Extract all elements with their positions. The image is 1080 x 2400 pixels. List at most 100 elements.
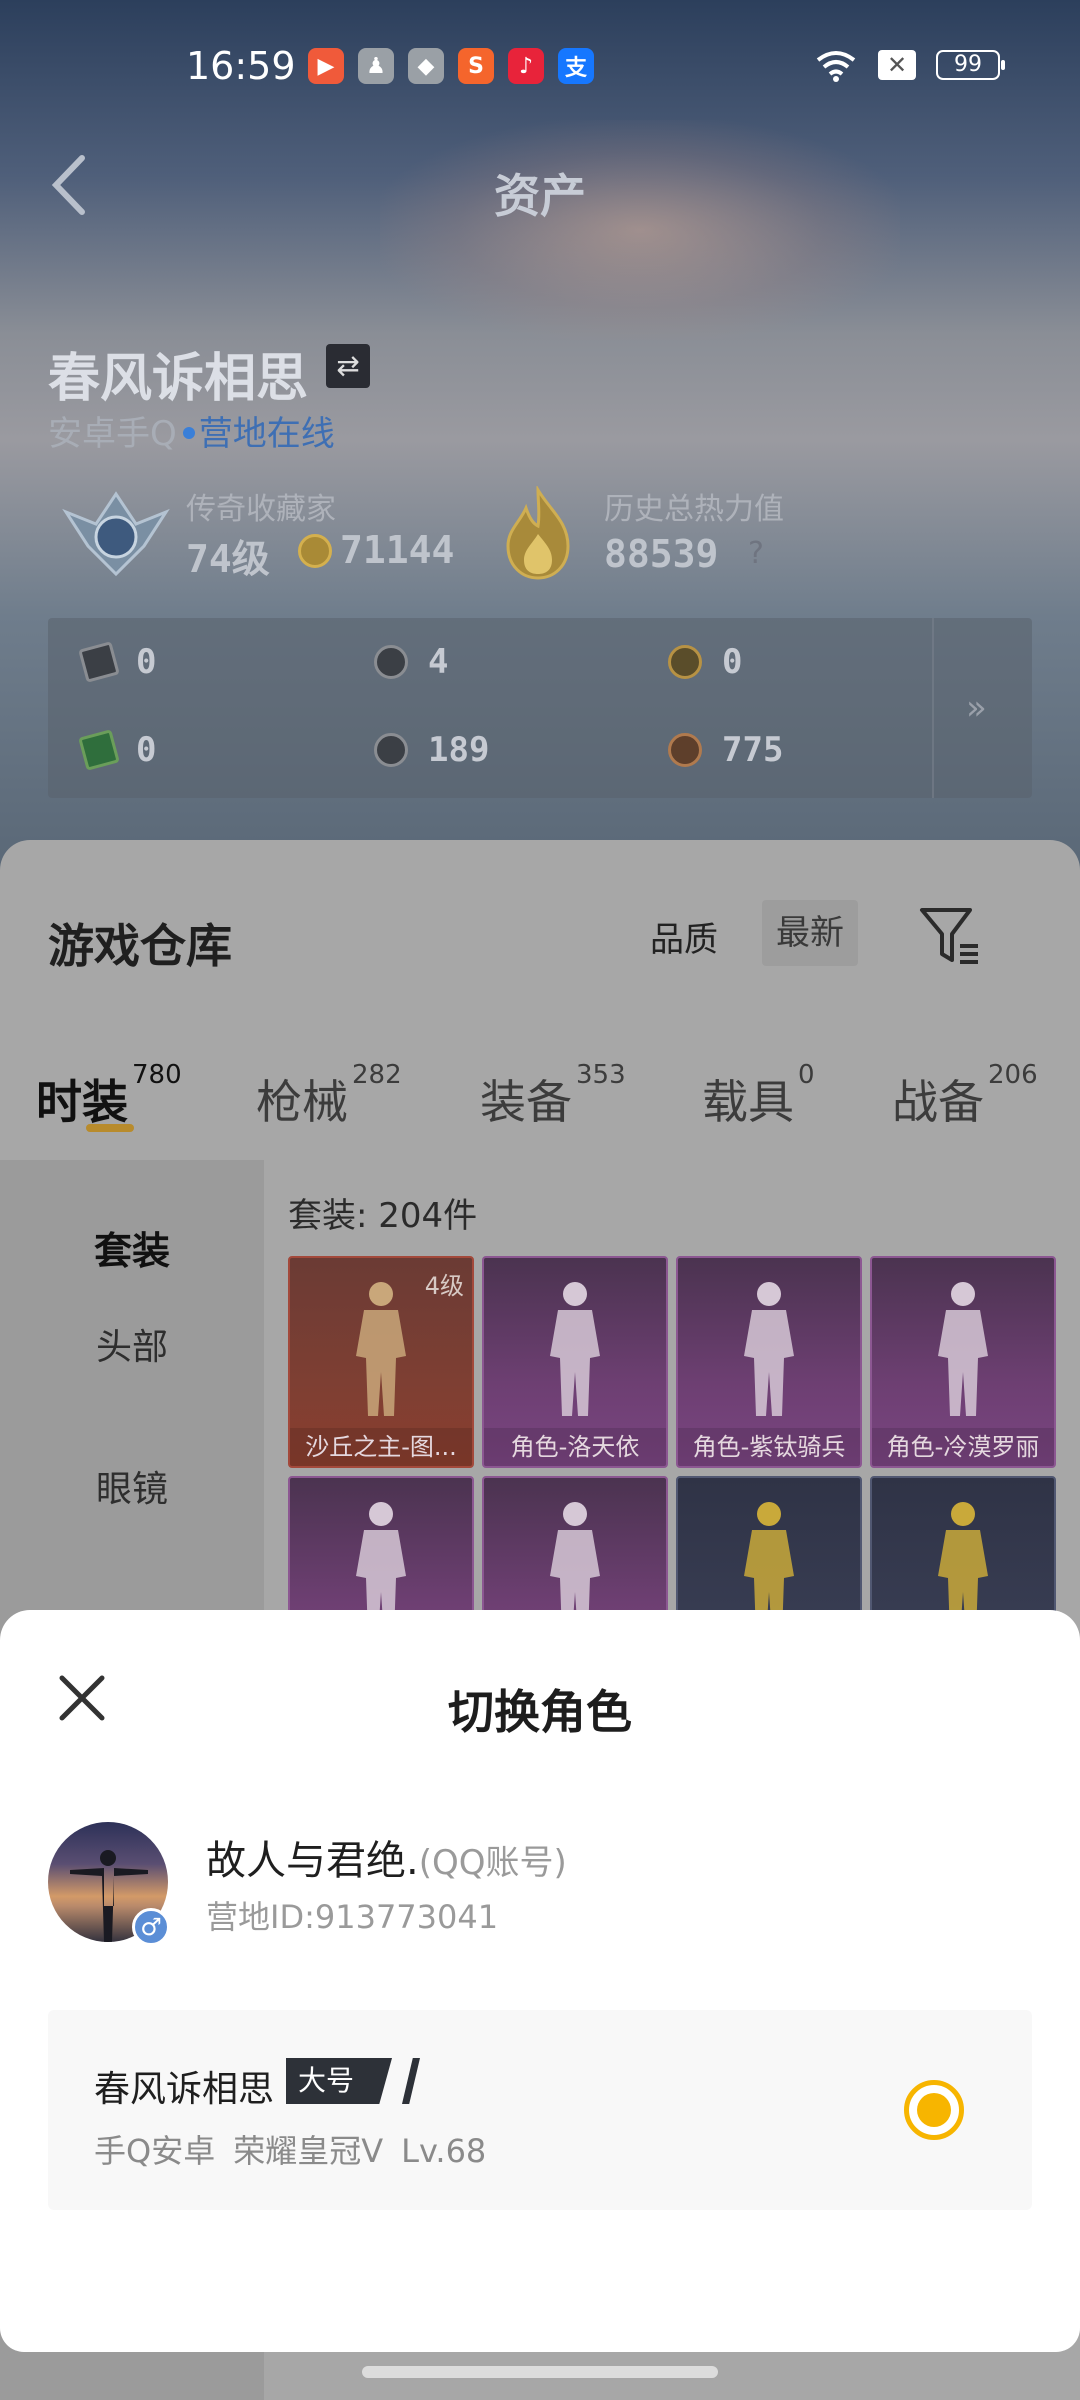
card-icon <box>78 729 120 771</box>
tab-count: 0 <box>798 1060 815 1090</box>
tab-indicator <box>86 1124 134 1132</box>
item-label: 角色-紫钛骑兵 <box>678 1428 860 1466</box>
resource-value: 4 <box>428 642 449 682</box>
role-card[interactable]: 春风诉相思 大号 手Q安卓 荣耀皇冠V Lv.68 <box>48 2010 1032 2210</box>
suit-count: 套装: 204件 <box>288 1196 478 1236</box>
alipay-icon: 支 <box>558 48 594 84</box>
tab-label: 时装 <box>36 1075 128 1129</box>
tab-count: 780 <box>132 1060 182 1090</box>
tab-vehicles[interactable]: 载具 0 <box>702 1060 815 1132</box>
tab-equipment[interactable]: 装备 353 <box>480 1060 626 1132</box>
status-indicators: ✕ 99 <box>814 48 1005 82</box>
resource-value: 0 <box>136 642 157 682</box>
coin-icon <box>298 534 332 568</box>
tab-count: 353 <box>576 1060 626 1090</box>
role-rank: 荣耀皇冠V <box>233 2132 384 2170</box>
online-status: 营地在线 <box>198 414 335 454</box>
collector-label: 传奇收藏家 <box>186 492 336 527</box>
side-item-glasses[interactable]: 眼镜 <box>0 1460 264 1512</box>
tab-count: 282 <box>352 1060 402 1090</box>
item-card[interactable]: 角色-冷漠罗丽 <box>870 1256 1056 1468</box>
sogou-icon: S <box>458 48 494 84</box>
character-figure-icon <box>550 1282 600 1416</box>
sort-quality[interactable]: 品质 <box>650 912 718 961</box>
main-account-tag: 大号 <box>286 2058 393 2104</box>
coin-count: 71144 <box>340 528 455 572</box>
side-item-head[interactable]: 头部 <box>0 1318 264 1370</box>
resource-token-a: 4 <box>374 642 448 682</box>
tab-guns[interactable]: 枪械 282 <box>256 1060 402 1132</box>
game-app-icon: ▶ <box>308 48 344 84</box>
shield-app-icon: ◆ <box>408 48 444 84</box>
heat-label: 历史总热力值 <box>604 492 784 527</box>
item-card[interactable]: 角色-紫钛骑兵 <box>676 1256 862 1468</box>
resource-card-b: 0 <box>78 729 157 771</box>
swap-account-icon[interactable]: ⇄ <box>326 344 370 388</box>
filter-icon[interactable] <box>918 904 982 968</box>
status-time: 16:59 <box>186 44 296 88</box>
platform-text: 安卓手Q <box>48 414 177 454</box>
warehouse-title: 游戏仓库 <box>48 919 232 973</box>
account-name: 故人与君绝.(QQ账号) <box>206 1828 567 1886</box>
android-icon: ♟ <box>358 48 394 84</box>
tab-fashion[interactable]: 时装 780 <box>36 1060 182 1132</box>
status-app-icons: ▶ ♟ ◆ S ♪ 支 <box>308 48 594 84</box>
tab-label: 战备 <box>892 1075 984 1129</box>
medal-icon <box>668 733 702 767</box>
character-figure-icon <box>356 1282 406 1416</box>
item-card[interactable]: 4级沙丘之主-图... <box>288 1256 474 1468</box>
resource-card-a: 0 <box>78 641 157 683</box>
tab-supplies[interactable]: 战备 206 <box>892 1060 1038 1132</box>
tab-label: 装备 <box>480 1075 572 1129</box>
item-level: 4级 <box>424 1272 464 1300</box>
page-title: 资产 <box>494 169 586 223</box>
resource-value: 0 <box>722 642 743 682</box>
card-icon <box>78 641 120 683</box>
music-icon: ♪ <box>508 48 544 84</box>
token-icon <box>374 645 408 679</box>
item-label: 角色-洛天依 <box>484 1428 666 1466</box>
player-platform: 安卓手Q 营地在线 <box>48 406 335 455</box>
resource-token-b: 189 <box>374 730 489 770</box>
resource-value: 189 <box>428 730 490 770</box>
item-card[interactable]: 角色-洛天依 <box>482 1256 668 1468</box>
player-name: 春风诉相思 <box>48 349 309 409</box>
tab-count: 206 <box>988 1060 1038 1090</box>
resource-medal-a: 0 <box>668 642 742 682</box>
resource-medal-b: 775 <box>668 730 783 770</box>
item-label: 角色-冷漠罗丽 <box>872 1428 1054 1466</box>
resource-value: 775 <box>722 730 784 770</box>
help-icon[interactable]: ? <box>748 536 764 571</box>
token-icon <box>374 733 408 767</box>
flame-icon <box>506 486 570 580</box>
role-meta: 手Q安卓 荣耀皇冠V Lv.68 <box>94 2126 504 2172</box>
collector-emblem-icon <box>62 491 170 577</box>
tag-slash-decoration <box>402 2058 420 2104</box>
heat-value: 88539 <box>604 532 719 576</box>
side-item-suit[interactable]: 套装 <box>0 1220 264 1275</box>
category-tabs: 时装 780 枪械 282 装备 353 载具 0 战备 206 <box>0 1050 1080 1130</box>
selected-radio[interactable] <box>904 2080 964 2140</box>
wifi-icon <box>816 51 856 82</box>
resource-value: 0 <box>136 730 157 770</box>
item-label: 沙丘之主-图... <box>290 1428 472 1466</box>
character-figure-icon <box>744 1282 794 1416</box>
home-indicator[interactable] <box>362 2366 718 2378</box>
role-platform: 手Q安卓 <box>94 2132 216 2170</box>
gender-male-icon: ♂ <box>132 1908 170 1946</box>
resources-panel[interactable]: 0 4 0 0 189 775 <box>48 618 1032 798</box>
sort-newest[interactable]: 最新 <box>762 900 858 966</box>
no-sim-icon: ✕ <box>878 50 916 80</box>
switch-role-sheet: 切换角色 ♂ 故人与君绝.(QQ账号) 营地ID:913773041 春风诉相思… <box>0 1610 1080 2352</box>
collector-level: 74级 <box>186 537 270 581</box>
sheet-title: 切换角色 <box>448 1685 632 1739</box>
more-arrows-icon[interactable]: » <box>966 688 987 728</box>
character-figure-icon <box>938 1282 988 1416</box>
battery-indicator: 99 <box>936 50 1005 80</box>
online-dot-icon <box>182 426 195 439</box>
medal-icon <box>668 645 702 679</box>
divider <box>932 618 934 798</box>
role-name: 春风诉相思 <box>94 2069 275 2110</box>
tab-label: 枪械 <box>256 1075 348 1129</box>
account-type: (QQ账号) <box>418 1843 567 1883</box>
